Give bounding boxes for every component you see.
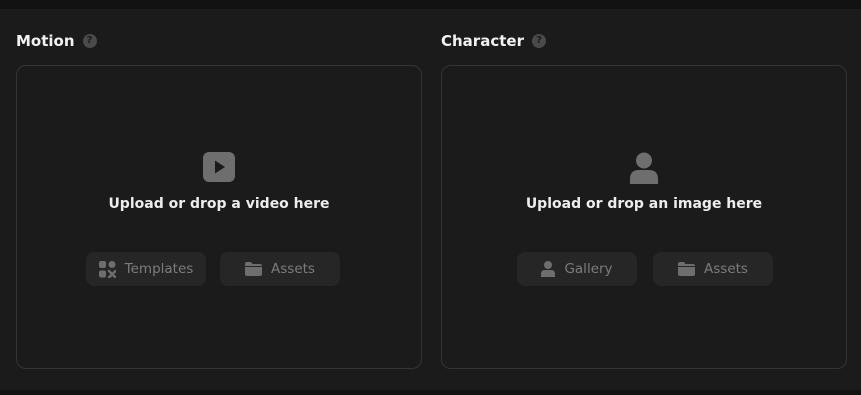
gallery-button[interactable]: Gallery (517, 252, 637, 286)
folder-icon (678, 262, 696, 276)
motion-upload-text: Upload or drop a video here (108, 196, 330, 212)
motion-assets-label: Assets (271, 261, 315, 277)
gallery-button-label: Gallery (564, 261, 613, 277)
gallery-person-icon (541, 261, 556, 277)
character-help-icon[interactable]: ? (531, 34, 546, 48)
character-title: Character (441, 32, 524, 50)
templates-button-label: Templates (124, 261, 194, 277)
character-upload-text: Upload or drop an image here (525, 196, 763, 212)
templates-button[interactable]: Templates (86, 252, 206, 286)
motion-assets-button[interactable]: Assets (220, 252, 340, 286)
character-assets-label: Assets (704, 261, 748, 277)
character-assets-button[interactable]: Assets (653, 252, 773, 286)
person-icon (630, 152, 658, 184)
character-dropzone[interactable]: Upload or drop an image here Gallery Ass… (441, 65, 847, 369)
character-header: Character ? (441, 31, 546, 51)
templates-grid-icon (98, 260, 116, 278)
motion-header: Motion ? (16, 31, 97, 51)
motion-title: Motion (16, 32, 75, 50)
play-video-icon (203, 152, 235, 182)
motion-dropzone[interactable]: Upload or drop a video here Templates As… (16, 65, 422, 369)
folder-icon (245, 262, 263, 276)
motion-help-icon[interactable]: ? (82, 34, 97, 48)
